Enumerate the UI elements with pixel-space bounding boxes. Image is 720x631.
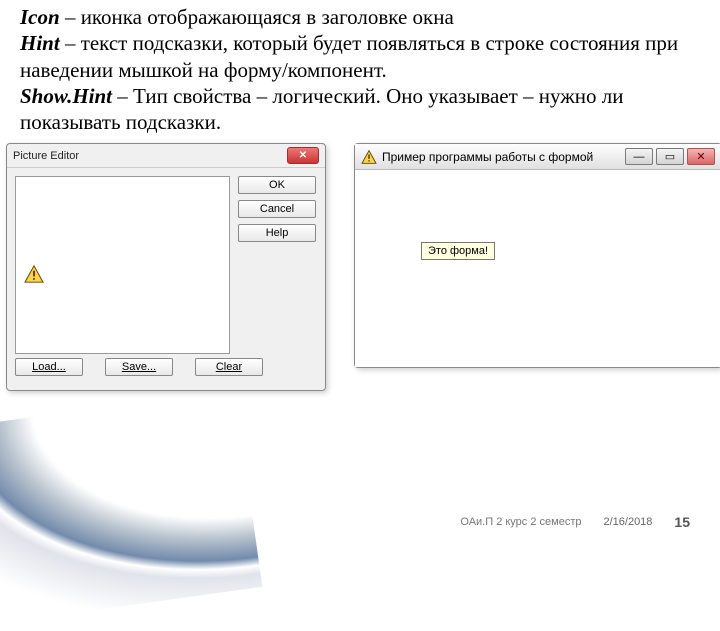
close-icon: ✕ — [299, 150, 307, 161]
minimize-button[interactable]: — — [625, 148, 653, 165]
clear-button[interactable]: Clear — [195, 358, 263, 376]
warning-icon — [24, 265, 42, 281]
term-icon: Icon — [20, 5, 60, 29]
picture-editor-title: Picture Editor — [13, 150, 79, 162]
form-client-area[interactable]: Это форма! — [355, 170, 720, 367]
slide-footer: ОАи.П 2 курс 2 семестр 2/16/2018 15 — [0, 514, 720, 530]
hint-tooltip: Это форма! — [421, 242, 495, 260]
preview-area — [15, 176, 230, 354]
example-form-window: Пример программы работы с формой — ▭ ✕ Э… — [354, 143, 720, 368]
save-button[interactable]: Save... — [105, 358, 173, 376]
footer-course: ОАи.П 2 курс 2 семестр — [460, 516, 581, 528]
ok-button[interactable]: OK — [238, 176, 316, 194]
desc-icon: – иконка отображающаяся в заголовке окна — [60, 5, 454, 29]
term-hint: Hint — [20, 31, 60, 55]
help-button[interactable]: Help — [238, 224, 316, 242]
maximize-button[interactable]: ▭ — [656, 148, 684, 165]
warning-icon — [361, 150, 377, 164]
footer-page-number: 15 — [674, 514, 690, 530]
definitions-block: Icon – иконка отображающаяся в заголовке… — [0, 0, 720, 143]
term-showhint: Show.Hint — [20, 84, 112, 108]
close-button[interactable]: ✕ — [287, 147, 319, 164]
cancel-button[interactable]: Cancel — [238, 200, 316, 218]
footer-date: 2/16/2018 — [603, 516, 652, 528]
load-button[interactable]: Load... — [15, 358, 83, 376]
form-title-text: Пример программы работы с формой — [382, 150, 593, 164]
picture-editor-window: Picture Editor ✕ OK Cancel Help Load. — [6, 143, 326, 391]
form-titlebar[interactable]: Пример программы работы с формой — ▭ ✕ — [355, 144, 720, 170]
desc-hint: – текст подсказки, который будет появлят… — [20, 31, 678, 81]
close-button[interactable]: ✕ — [687, 148, 715, 165]
picture-editor-titlebar[interactable]: Picture Editor ✕ — [7, 144, 325, 168]
decorative-swoosh — [0, 389, 262, 631]
